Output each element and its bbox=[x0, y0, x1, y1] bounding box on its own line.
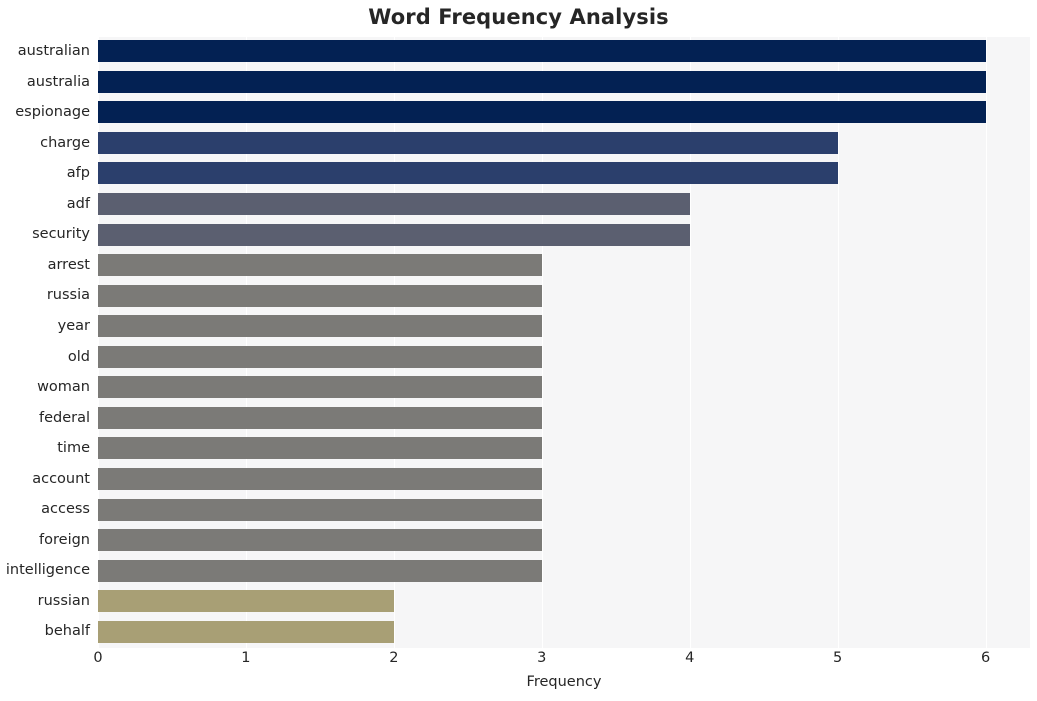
x-tick-label-5: 5 bbox=[833, 650, 843, 666]
bar-woman[interactable] bbox=[98, 376, 542, 399]
bar-row bbox=[98, 251, 1030, 280]
bar-account[interactable] bbox=[98, 467, 542, 490]
y-tick-label-security: security bbox=[32, 226, 90, 243]
x-axis-title: Frequency bbox=[526, 674, 602, 690]
bar-intelligence[interactable] bbox=[98, 559, 542, 582]
y-tick-label-old: old bbox=[67, 348, 90, 365]
bar-row bbox=[98, 281, 1030, 310]
bar-old[interactable] bbox=[98, 345, 542, 368]
y-tick-label-intelligence: intelligence bbox=[5, 562, 90, 579]
y-tick-label-australian: australian bbox=[17, 43, 90, 59]
y-tick-label-espionage: espionage bbox=[15, 104, 90, 121]
bar-series bbox=[98, 37, 1030, 648]
y-tick-label-russian: russian bbox=[37, 592, 90, 609]
bar-row bbox=[98, 343, 1030, 372]
bar-row bbox=[98, 37, 1030, 66]
bar-arrest[interactable] bbox=[98, 254, 542, 277]
bar-russian[interactable] bbox=[98, 590, 394, 613]
bar-row bbox=[98, 220, 1030, 249]
y-tick-label-year: year bbox=[57, 317, 90, 334]
y-tick-label-woman: woman bbox=[37, 379, 90, 396]
bar-charge[interactable] bbox=[98, 131, 838, 154]
y-tick-label-australia: australia bbox=[26, 73, 90, 90]
bar-row bbox=[98, 98, 1030, 127]
bar-australian[interactable] bbox=[98, 40, 986, 63]
bar-afp[interactable] bbox=[98, 162, 838, 185]
bar-time[interactable] bbox=[98, 437, 542, 460]
bar-year[interactable] bbox=[98, 315, 542, 338]
y-tick-label-charge: charge bbox=[40, 134, 90, 151]
y-tick-label-foreign: foreign bbox=[39, 531, 90, 548]
bar-row bbox=[98, 526, 1030, 555]
x-tick-label-6: 6 bbox=[980, 650, 991, 666]
x-tick-label-3: 3 bbox=[537, 650, 547, 666]
bar-row bbox=[98, 404, 1030, 433]
chart-title: Word Frequency Analysis bbox=[368, 5, 669, 29]
bar-row bbox=[98, 587, 1030, 616]
x-tick-label-0: 0 bbox=[93, 650, 103, 666]
x-axis-tick-labels: 0 1 2 3 4 5 6 bbox=[93, 650, 1030, 674]
bar-security[interactable] bbox=[98, 223, 690, 246]
bar-behalf[interactable] bbox=[98, 620, 394, 643]
y-tick-label-account: account bbox=[32, 470, 90, 487]
y-tick-label-afp: afp bbox=[66, 165, 90, 182]
bar-row bbox=[98, 495, 1030, 524]
bar-access[interactable] bbox=[98, 498, 542, 521]
plot-area bbox=[98, 37, 1030, 648]
bar-foreign[interactable] bbox=[98, 529, 542, 552]
bar-row bbox=[98, 190, 1030, 219]
bar-federal[interactable] bbox=[98, 406, 542, 429]
bar-row bbox=[98, 159, 1030, 188]
bar-row bbox=[98, 312, 1030, 341]
bar-adf[interactable] bbox=[98, 193, 690, 216]
bar-row bbox=[98, 465, 1030, 494]
bar-russia[interactable] bbox=[98, 284, 542, 307]
y-tick-label-behalf: behalf bbox=[44, 623, 90, 640]
bar-row bbox=[98, 68, 1030, 97]
bar-row bbox=[98, 617, 1030, 646]
bar-row bbox=[98, 373, 1030, 402]
bar-espionage[interactable] bbox=[98, 101, 986, 124]
y-axis-tick-labels: australian australia espionage charge afp adf… bbox=[0, 37, 90, 648]
bar-australia[interactable] bbox=[98, 70, 986, 93]
x-tick-label-1: 1 bbox=[241, 650, 251, 666]
chart-figure: Word Frequency Analysis australian austra… bbox=[0, 0, 1037, 701]
y-tick-label-access: access bbox=[41, 501, 90, 518]
y-tick-label-federal: federal bbox=[38, 409, 90, 426]
bar-row bbox=[98, 434, 1030, 463]
y-tick-label-russia: russia bbox=[46, 287, 90, 304]
y-tick-label-arrest: arrest bbox=[47, 256, 90, 273]
bar-row bbox=[98, 129, 1030, 158]
x-tick-label-2: 2 bbox=[389, 650, 399, 666]
x-tick-label-4: 4 bbox=[685, 650, 695, 666]
y-tick-label-time: time bbox=[57, 440, 90, 457]
bar-row bbox=[98, 556, 1030, 585]
y-tick-label-adf: adf bbox=[66, 195, 90, 212]
